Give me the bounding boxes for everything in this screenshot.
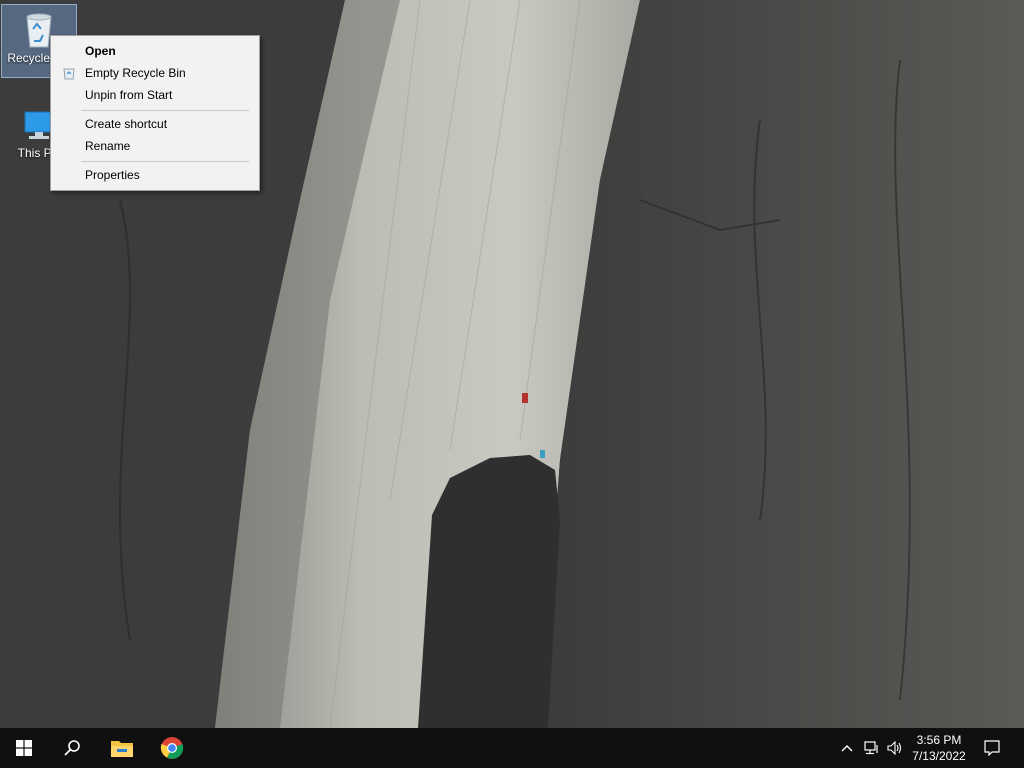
search-icon xyxy=(64,740,80,756)
start-button[interactable] xyxy=(0,728,48,768)
action-center-button[interactable] xyxy=(976,728,1008,768)
show-hidden-icons-button[interactable] xyxy=(836,728,858,768)
menu-separator xyxy=(81,110,249,111)
search-button[interactable] xyxy=(48,728,96,768)
menu-item-properties[interactable]: Properties xyxy=(51,164,259,186)
network-button[interactable] xyxy=(860,728,884,768)
context-menu: Open Empty Recycle Bin Unpin from Start … xyxy=(50,35,260,191)
chevron-up-icon xyxy=(841,745,853,752)
menu-item-empty-recycle-bin[interactable]: Empty Recycle Bin xyxy=(51,62,259,84)
menu-item-rename[interactable]: Rename xyxy=(51,135,259,157)
taskbar-file-explorer[interactable] xyxy=(98,728,146,768)
clock-time: 3:56 PM xyxy=(916,733,962,747)
recycle-bin-small-icon xyxy=(63,68,75,80)
chrome-icon xyxy=(160,737,184,759)
menu-item-label: Empty Recycle Bin xyxy=(85,66,186,80)
menu-item-open[interactable]: Open xyxy=(51,40,259,62)
menu-item-unpin-from-start[interactable]: Unpin from Start xyxy=(51,84,259,106)
taskbar-chrome[interactable] xyxy=(148,728,196,768)
menu-separator xyxy=(81,161,249,162)
taskbar-clock[interactable]: 3:56 PM 7/13/2022 xyxy=(906,728,972,768)
volume-button[interactable] xyxy=(884,728,906,768)
file-explorer-icon xyxy=(111,741,133,757)
action-center-icon xyxy=(984,740,1000,756)
network-icon xyxy=(864,741,878,755)
clock-date: 7/13/2022 xyxy=(912,749,966,763)
windows-logo-icon xyxy=(16,740,32,756)
taskbar: 3:56 PM 7/13/2022 xyxy=(0,728,1024,768)
volume-icon xyxy=(887,741,902,755)
menu-item-create-shortcut[interactable]: Create shortcut xyxy=(51,113,259,135)
